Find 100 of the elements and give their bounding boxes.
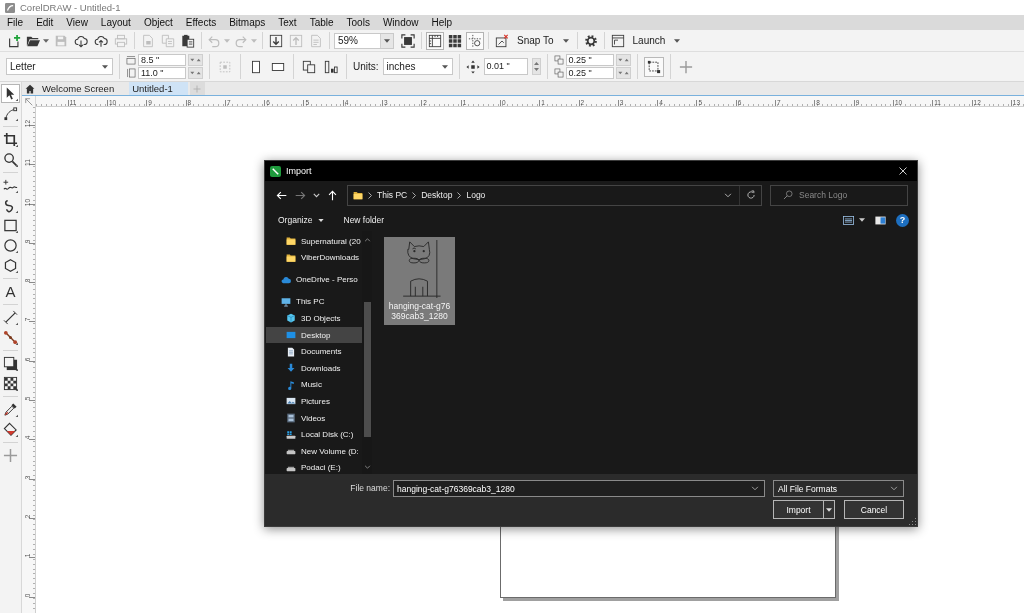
undo-icon bbox=[207, 33, 221, 48]
nav-item[interactable]: Documents bbox=[266, 343, 362, 360]
breadcrumb[interactable]: This PC bbox=[377, 190, 408, 200]
menu-item[interactable]: Window bbox=[382, 16, 419, 29]
view-options-button[interactable] bbox=[843, 215, 865, 225]
nav-item[interactable]: Music bbox=[266, 376, 362, 394]
launch-menu-button[interactable]: Launch bbox=[628, 31, 685, 50]
menu-item[interactable]: File bbox=[7, 16, 24, 29]
pages-icon bbox=[161, 33, 175, 48]
export-icon bbox=[289, 33, 303, 48]
scrollbar-thumb[interactable] bbox=[363, 302, 371, 437]
spin-arrows-icon bbox=[190, 71, 201, 75]
pages-icon bbox=[302, 59, 316, 74]
zoom-level-dropdown[interactable]: 59% bbox=[334, 32, 394, 49]
nav-item[interactable]: New Volume (D: bbox=[266, 442, 362, 460]
page-icon bbox=[141, 33, 155, 48]
spin-button[interactable] bbox=[188, 54, 203, 66]
guidelines-icon bbox=[468, 33, 482, 48]
snap-menu-button[interactable]: Snap To bbox=[513, 31, 573, 50]
dialog-title: Import bbox=[286, 166, 313, 176]
organize-button[interactable]: Organize bbox=[278, 215, 324, 225]
menu-item[interactable]: Edit bbox=[36, 16, 54, 29]
menu-item[interactable]: Effects bbox=[185, 16, 217, 29]
image-thumbnail-tile[interactable]: hanging-cat-g76 369cab3_1280 bbox=[384, 237, 455, 325]
duplicate-y-field[interactable]: 0.25 " bbox=[565, 67, 614, 79]
scroll-up-icon bbox=[363, 238, 371, 242]
menu-item[interactable]: Help bbox=[431, 16, 453, 29]
cancel-button[interactable]: Cancel bbox=[844, 500, 904, 519]
spin-button[interactable] bbox=[531, 58, 541, 75]
caret-icon bbox=[102, 64, 108, 69]
selection-frame-button[interactable] bbox=[643, 56, 664, 77]
clipboard-icon bbox=[181, 33, 195, 48]
address-bar[interactable]: This PC Desktop Logo bbox=[347, 184, 762, 206]
spin-button[interactable] bbox=[615, 67, 631, 79]
page-width-icon bbox=[126, 55, 136, 65]
duplicate-x-field[interactable]: 0.25 " bbox=[565, 54, 614, 66]
printer-icon bbox=[114, 33, 128, 48]
new-folder-button[interactable]: New folder bbox=[343, 215, 385, 225]
nav-item[interactable]: OneDrive - Perso bbox=[266, 271, 362, 289]
nav-item[interactable]: ViberDownloads bbox=[266, 249, 362, 267]
nav-item[interactable]: Desktop bbox=[266, 326, 362, 344]
nav-item[interactable]: Pictures bbox=[266, 393, 362, 410]
rulers-button[interactable] bbox=[426, 31, 444, 50]
file-name-field[interactable]: hanging-cat-g76369cab3_1280 bbox=[393, 480, 765, 497]
folder-icon bbox=[286, 252, 296, 263]
document-tab[interactable]: Welcome Screen bbox=[22, 82, 130, 95]
refresh-icon bbox=[745, 190, 756, 200]
menu-item[interactable]: Object bbox=[143, 16, 173, 29]
polygon-icon bbox=[3, 257, 18, 273]
music-note-icon bbox=[286, 379, 296, 390]
file-type-dropdown[interactable]: All File Formats bbox=[773, 480, 904, 497]
menu-item[interactable]: Table bbox=[309, 16, 334, 29]
search-field[interactable]: Search Logo bbox=[770, 184, 908, 206]
spin-button[interactable] bbox=[188, 67, 203, 79]
nav-item[interactable]: 3D Objects bbox=[266, 310, 362, 327]
folder-icon bbox=[353, 189, 363, 201]
duplicate-offset-icon bbox=[553, 68, 564, 78]
breadcrumb[interactable]: Desktop bbox=[421, 190, 453, 200]
page-width-field[interactable]: 8.5 " bbox=[138, 54, 186, 66]
redo-icon bbox=[234, 33, 248, 48]
nudge-distance-field[interactable]: 0.01 " bbox=[483, 58, 528, 75]
units-label: Units: bbox=[353, 61, 379, 72]
units-dropdown[interactable]: inches bbox=[382, 58, 453, 75]
page-height-field[interactable]: 11.0 " bbox=[138, 67, 186, 79]
text-tool-button[interactable]: A bbox=[1, 281, 20, 301]
nav-item[interactable]: This PC bbox=[266, 293, 362, 311]
spin-button[interactable] bbox=[615, 54, 631, 66]
breadcrumb[interactable]: Logo bbox=[466, 190, 486, 200]
import-options-button[interactable] bbox=[823, 501, 834, 518]
menu-item[interactable]: Bitmaps bbox=[229, 16, 266, 29]
pick-tool-button[interactable] bbox=[1, 83, 20, 103]
nav-item[interactable]: Videos bbox=[266, 409, 362, 427]
back-arrow-icon bbox=[276, 189, 287, 201]
nav-item[interactable]: Supernatural (20 bbox=[266, 233, 362, 250]
bars-icon bbox=[324, 59, 338, 74]
drive-icon bbox=[286, 429, 296, 440]
menu-item[interactable]: Tools bbox=[346, 16, 370, 29]
import-button[interactable]: Import bbox=[774, 501, 823, 518]
menu-item[interactable]: Layout bbox=[100, 16, 131, 29]
document-tab[interactable]: Untitled-1 bbox=[129, 82, 188, 95]
document-icon bbox=[286, 346, 296, 357]
guidelines-button[interactable] bbox=[466, 31, 484, 50]
scroll-down-icon bbox=[363, 465, 371, 469]
nav-item[interactable]: Local Disk (C:) bbox=[266, 426, 362, 443]
zoom-icon bbox=[3, 151, 18, 167]
connector-icon bbox=[3, 329, 18, 345]
home-icon bbox=[25, 83, 35, 94]
checkerboard-icon bbox=[3, 375, 18, 391]
paper-size-dropdown[interactable]: Letter bbox=[6, 58, 113, 75]
crop-icon bbox=[3, 131, 18, 147]
caret-icon bbox=[384, 38, 390, 43]
up-arrow-icon bbox=[327, 189, 338, 201]
full-screen-button[interactable] bbox=[399, 31, 417, 50]
preview-pane-button[interactable] bbox=[875, 215, 886, 225]
help-button[interactable]: ? bbox=[896, 213, 909, 227]
preview-pane-icon bbox=[875, 215, 886, 225]
menu-item[interactable]: Text bbox=[278, 16, 297, 29]
menu-item[interactable]: View bbox=[66, 16, 88, 29]
nav-item[interactable]: Downloads bbox=[266, 359, 362, 377]
plus-icon bbox=[193, 84, 202, 93]
